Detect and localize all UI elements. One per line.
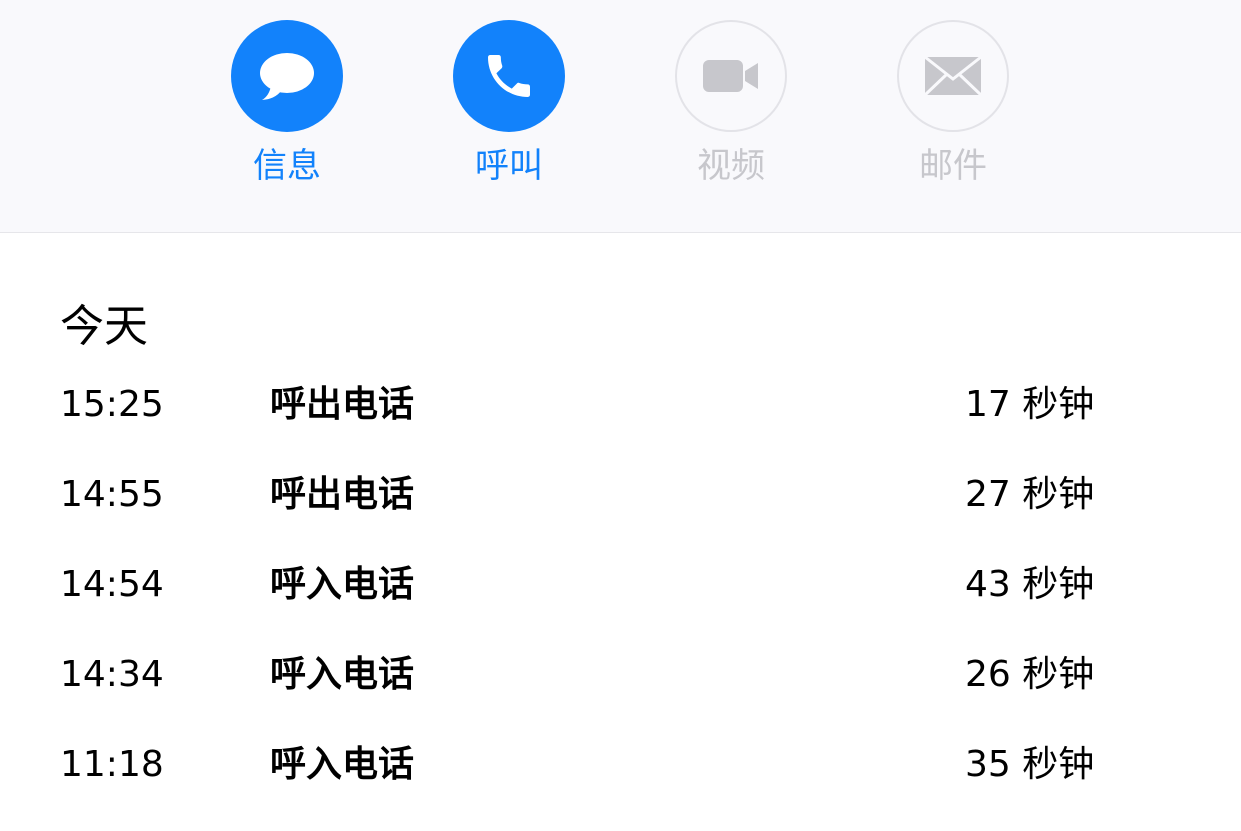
phone-icon [488, 55, 530, 97]
video-button[interactable] [675, 20, 787, 132]
call-time: 14:54 [60, 564, 164, 605]
mail-label: 邮件 [919, 146, 987, 186]
call-time: 11:18 [60, 744, 164, 785]
call-type: 呼入电话 [270, 654, 415, 695]
message-bubble-icon [260, 53, 314, 100]
video-action[interactable]: 视频 [675, 20, 787, 186]
call-label: 呼叫 [475, 146, 543, 186]
video-camera-icon [703, 60, 758, 92]
call-type: 呼出电话 [270, 384, 415, 425]
call-duration: 43 秒钟 [965, 564, 1095, 605]
call-time: 14:34 [60, 654, 164, 695]
call-history-row: 14:54 呼入电话 43 秒钟 [0, 561, 1241, 651]
call-duration: 17 秒钟 [965, 384, 1095, 425]
message-action[interactable]: 信息 [231, 20, 343, 186]
mail-envelope-icon [923, 55, 983, 97]
call-action[interactable]: 呼叫 [453, 20, 565, 186]
mail-button[interactable] [897, 20, 1009, 132]
call-duration: 27 秒钟 [965, 474, 1095, 515]
call-button[interactable] [453, 20, 565, 132]
call-duration: 35 秒钟 [965, 744, 1095, 785]
message-label: 信息 [253, 146, 321, 186]
call-type: 呼入电话 [270, 564, 415, 605]
call-type: 呼入电话 [270, 744, 415, 785]
call-history-row: 14:55 呼出电话 27 秒钟 [0, 471, 1241, 561]
call-history-row: 11:18 呼入电话 35 秒钟 [0, 741, 1241, 831]
call-type: 呼出电话 [270, 474, 415, 515]
call-duration: 26 秒钟 [965, 654, 1095, 695]
message-button[interactable] [231, 20, 343, 132]
contact-action-bar: 信息 呼叫 视频 邮件 [0, 0, 1241, 233]
video-label: 视频 [697, 146, 765, 186]
call-time: 15:25 [60, 384, 164, 425]
call-history-row: 14:34 呼入电话 26 秒钟 [0, 651, 1241, 741]
section-title-today: 今天 [60, 301, 148, 352]
call-time: 14:55 [60, 474, 164, 515]
call-history-row: 15:25 呼出电话 17 秒钟 [0, 381, 1241, 471]
mail-action[interactable]: 邮件 [897, 20, 1009, 186]
